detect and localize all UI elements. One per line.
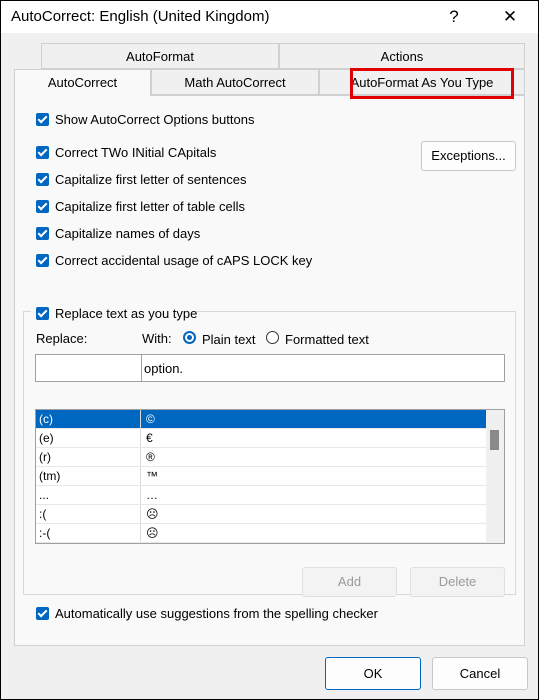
autocorrect-entries-list[interactable]: (c) © (e) € (r) ® (tm) ™ ... … :( ☹ :-( ☹ (35, 409, 505, 544)
plain-text-label: Plain text (202, 332, 256, 347)
annotation-highlight-box (350, 68, 514, 99)
plain-text-radio[interactable] (183, 331, 196, 344)
entry-replace: (tm) (39, 469, 61, 483)
list-item[interactable]: :( ☹ (36, 505, 486, 524)
entry-with: ☹ (146, 526, 159, 540)
title-bar: AutoCorrect: English (United Kingdom) ? … (1, 1, 538, 33)
correct-two-initial-checkbox[interactable] (36, 146, 49, 159)
scrollbar-thumb[interactable] (490, 430, 499, 450)
replace-label: Replace: (36, 331, 88, 346)
column-divider (140, 467, 141, 485)
correct-two-initial-label: Correct TWo INitial CApitals (55, 145, 217, 160)
formatted-text-radio[interactable] (266, 331, 279, 344)
add-button[interactable]: Add (302, 567, 397, 597)
list-item[interactable]: (r) ® (36, 448, 486, 467)
list-item[interactable]: (c) © (36, 410, 486, 429)
tab-autoformat[interactable]: AutoFormat (41, 43, 279, 69)
caps-lock-checkbox[interactable] (36, 254, 49, 267)
entry-replace: (c) (39, 412, 53, 426)
list-scrollbar[interactable] (486, 410, 504, 543)
list-item[interactable]: :-( ☹ (36, 524, 486, 543)
replace-input[interactable] (35, 354, 142, 382)
entry-replace: (e) (39, 431, 54, 445)
entry-replace: :-( (39, 526, 51, 540)
with-input[interactable]: option. (141, 354, 505, 382)
entry-with: © (146, 412, 155, 426)
entry-with: … (146, 488, 158, 502)
entry-with: ☹ (146, 507, 159, 521)
list-item[interactable]: (e) € (36, 429, 486, 448)
show-options-checkbox[interactable] (36, 113, 49, 126)
exceptions-button[interactable]: Exceptions... (421, 141, 516, 171)
entry-replace: (r) (39, 450, 51, 464)
with-label: With: (142, 331, 172, 346)
cap-days-label: Capitalize names of days (55, 226, 201, 241)
window-title: AutoCorrect: English (United Kingdom) (11, 8, 270, 25)
column-divider (140, 448, 141, 466)
entry-with: ® (146, 450, 155, 464)
entry-with: ™ (146, 469, 158, 483)
entry-replace: ... (39, 488, 50, 502)
cap-table-cells-checkbox[interactable] (36, 200, 49, 213)
tab-autocorrect[interactable]: AutoCorrect (14, 69, 151, 96)
autocorrect-dialog: AutoCorrect: English (United Kingdom) ? … (0, 0, 539, 700)
column-divider (140, 429, 141, 447)
close-button[interactable]: ✕ (495, 4, 525, 30)
entry-with: € (146, 431, 153, 445)
formatted-text-label: Formatted text (285, 332, 369, 347)
tab-math-autocorrect[interactable]: Math AutoCorrect (151, 69, 319, 95)
spelling-suggestions-checkbox[interactable] (36, 607, 49, 620)
help-button[interactable]: ? (439, 4, 469, 30)
tab-actions[interactable]: Actions (279, 43, 525, 69)
replace-as-you-type-label: Replace text as you type (55, 306, 198, 321)
cap-days-checkbox[interactable] (36, 227, 49, 240)
list-item[interactable]: (tm) ™ (36, 467, 486, 486)
column-divider (140, 505, 141, 523)
show-options-label: Show AutoCorrect Options buttons (55, 112, 255, 127)
entry-replace: :( (39, 507, 47, 521)
delete-button[interactable]: Delete (410, 567, 505, 597)
caps-lock-label: Correct accidental usage of cAPS LOCK ke… (55, 253, 313, 268)
cancel-button[interactable]: Cancel (432, 657, 528, 690)
cap-table-cells-label: Capitalize first letter of table cells (55, 199, 246, 214)
spelling-suggestions-label: Automatically use suggestions from the s… (55, 606, 378, 621)
column-divider (140, 410, 141, 428)
column-divider (140, 524, 141, 542)
cap-sentences-label: Capitalize first letter of sentences (55, 172, 247, 187)
column-divider (140, 486, 141, 504)
replace-as-you-type-checkbox[interactable] (36, 307, 49, 320)
ok-button[interactable]: OK (325, 657, 421, 690)
cap-sentences-checkbox[interactable] (36, 173, 49, 186)
list-item[interactable]: ... … (36, 486, 486, 505)
